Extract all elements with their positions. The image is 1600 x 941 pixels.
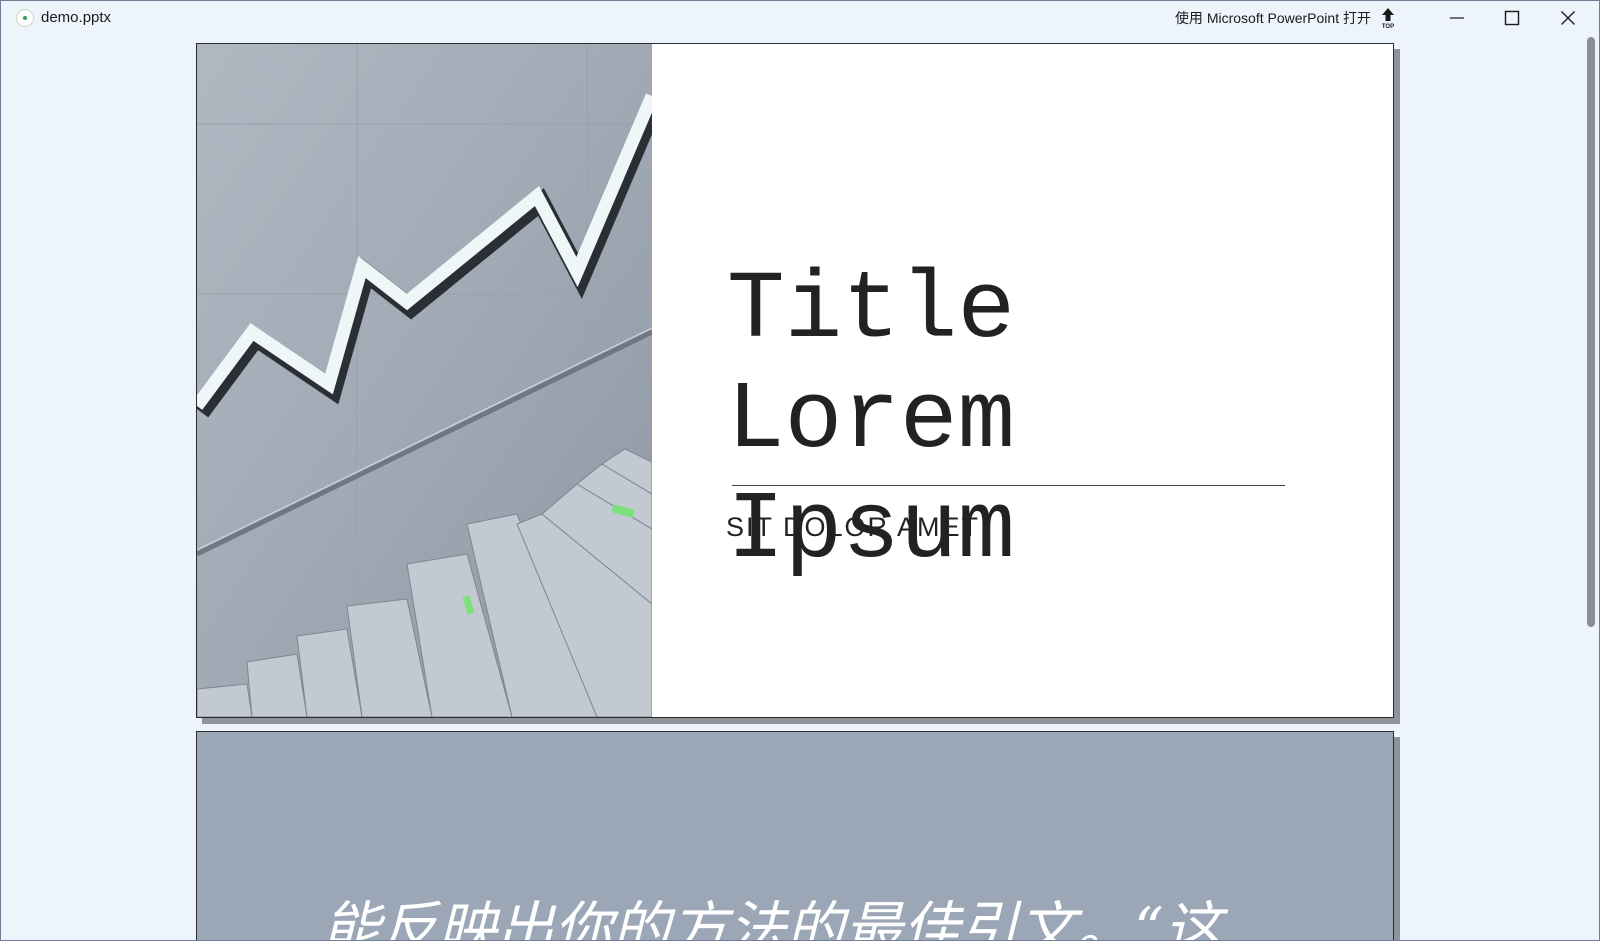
close-icon xyxy=(1561,11,1575,25)
open-with-powerpoint-button[interactable]: 使用 Microsoft PowerPoint 打开 xyxy=(1175,8,1371,28)
vertical-scrollbar[interactable] xyxy=(1587,37,1595,937)
slide-photo xyxy=(197,44,652,717)
maximize-button[interactable] xyxy=(1485,1,1539,35)
pin-top-label: TOP xyxy=(1382,24,1394,30)
title-bar: demo.pptx 使用 Microsoft PowerPoint 打开 TOP xyxy=(1,1,1599,35)
slide-1: Title Lorem Ipsum SIT DOLOR AMET xyxy=(196,43,1394,718)
minimize-button[interactable] xyxy=(1430,1,1484,35)
scrollbar-thumb[interactable] xyxy=(1587,37,1595,627)
viewer-window: demo.pptx 使用 Microsoft PowerPoint 打开 TOP xyxy=(0,0,1600,941)
slide-2: 能反映出你的方法的最佳引文。“这 xyxy=(196,731,1394,941)
document-app-icon xyxy=(16,9,34,27)
close-button[interactable] xyxy=(1541,1,1595,35)
pin-top-button[interactable]: TOP xyxy=(1373,1,1403,35)
maximize-icon xyxy=(1504,10,1520,26)
slide-subtitle: SIT DOLOR AMET xyxy=(726,512,981,542)
file-name: demo.pptx xyxy=(41,9,112,26)
concrete-wall-stairs-rising-graph-photo xyxy=(197,44,652,717)
slide-quote: 能反映出你的方法的最佳引文。“这 xyxy=(322,895,1222,941)
pin-top-icon: TOP xyxy=(1382,8,1394,30)
minimize-icon xyxy=(1450,17,1464,19)
title-divider xyxy=(732,485,1285,486)
